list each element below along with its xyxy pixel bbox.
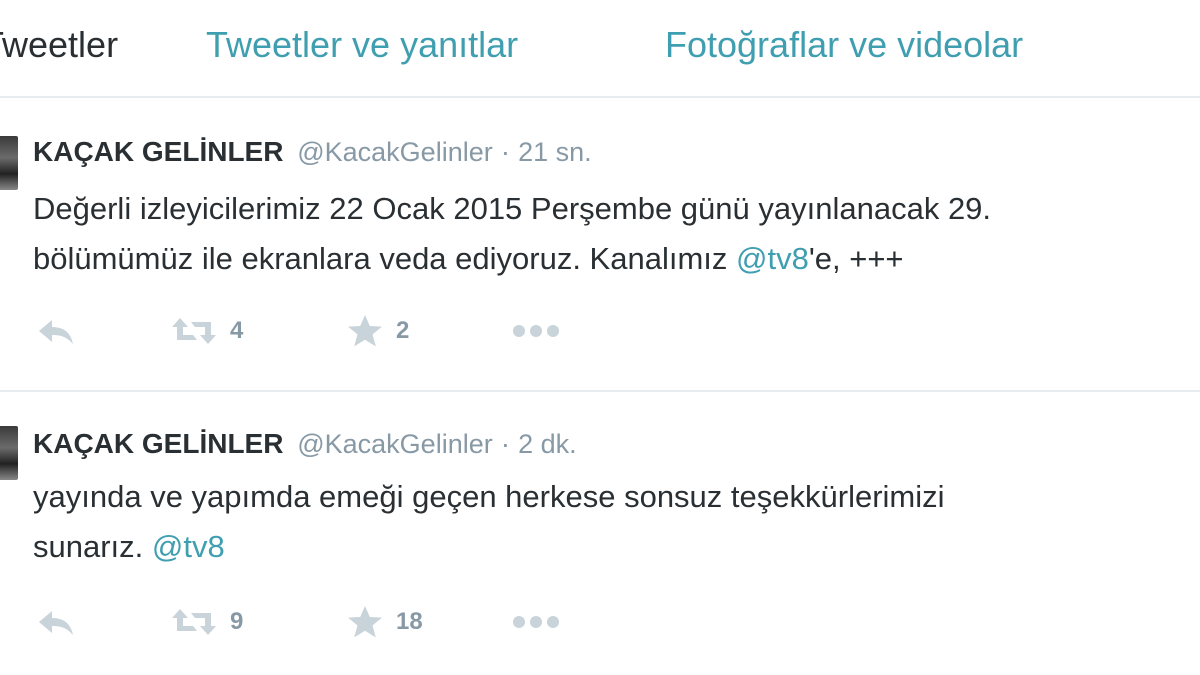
tweet-text-segment: sunarız. bbox=[33, 529, 152, 564]
tweet-text-segment: bölümümüz ile ekranlara veda ediyoruz. K… bbox=[33, 241, 737, 276]
mention-link[interactable]: @tv8 bbox=[736, 241, 809, 276]
author-handle[interactable]: @KacakGelinler bbox=[297, 137, 493, 167]
reply-icon bbox=[39, 611, 73, 635]
retweet-count: 9 bbox=[230, 608, 244, 635]
separator-dot: · bbox=[500, 136, 511, 167]
avatar[interactable] bbox=[0, 426, 18, 480]
tweet-text-segment: 'e, +++ bbox=[808, 241, 904, 276]
tweet-actions: 4 2 bbox=[0, 311, 1200, 351]
favorite-count: 2 bbox=[396, 317, 410, 344]
tweet[interactable]: KAÇAK GELİNLER @KacakGelinler · 21 sn. Değ… bbox=[0, 98, 1200, 392]
star-icon bbox=[348, 606, 382, 638]
retweet-icon bbox=[172, 318, 216, 344]
tab-tweets[interactable]: Tweetler bbox=[0, 22, 118, 68]
reply-button[interactable] bbox=[36, 311, 76, 351]
retweet-icon bbox=[172, 609, 216, 635]
author-name[interactable]: KAÇAK GELİNLER bbox=[33, 428, 283, 459]
tweet-text-line: yayında ve yapımda emeği geçen herkese s… bbox=[33, 479, 945, 514]
tweet-text-line: bölümümüz ile ekranlara veda ediyoruz. K… bbox=[33, 234, 991, 284]
profile-timeline: Tweetler Tweetler ve yanıtlar Fotoğrafla… bbox=[0, 0, 1200, 675]
tab-photos-and-videos[interactable]: Fotoğraflar ve videolar bbox=[665, 22, 1023, 68]
reply-button[interactable] bbox=[36, 602, 76, 642]
retweet-button[interactable]: 4 bbox=[170, 311, 243, 351]
favorite-count: 18 bbox=[396, 608, 423, 635]
tweet[interactable]: KAÇAK GELİNLER @KacakGelinler · 2 dk. yayı… bbox=[0, 392, 1200, 675]
retweet-button[interactable]: 9 bbox=[170, 602, 243, 642]
author-name[interactable]: KAÇAK GELİNLER bbox=[33, 136, 283, 167]
avatar[interactable] bbox=[0, 136, 18, 190]
tweet-timestamp[interactable]: 2 dk. bbox=[518, 429, 577, 459]
tweet-actions: 9 18 bbox=[0, 602, 1200, 642]
retweet-count: 4 bbox=[230, 317, 244, 344]
tweet-text-line: sunarız. @tv8 bbox=[33, 522, 945, 572]
star-icon bbox=[348, 315, 382, 347]
tweet-text-line: Değerli izleyicilerimiz 22 Ocak 2015 Per… bbox=[33, 191, 992, 226]
tweet-header: KAÇAK GELİNLER @KacakGelinler · 21 sn. bbox=[33, 134, 592, 170]
tweet-timestamp[interactable]: 21 sn. bbox=[518, 137, 592, 167]
favorite-button[interactable]: 2 bbox=[346, 311, 409, 351]
separator-dot: · bbox=[500, 428, 511, 459]
more-button[interactable] bbox=[512, 311, 560, 351]
mention-link[interactable]: @tv8 bbox=[152, 529, 225, 564]
favorite-button[interactable]: 18 bbox=[346, 602, 423, 642]
more-button[interactable] bbox=[512, 602, 560, 642]
tweet-text: yayında ve yapımda emeği geçen herkese s… bbox=[33, 472, 945, 572]
tweet-header: KAÇAK GELİNLER @KacakGelinler · 2 dk. bbox=[33, 426, 577, 462]
more-dots-icon bbox=[513, 325, 559, 337]
profile-tabs: Tweetler Tweetler ve yanıtlar Fotoğrafla… bbox=[0, 0, 1200, 98]
tab-tweets-and-replies[interactable]: Tweetler ve yanıtlar bbox=[206, 22, 518, 68]
reply-icon bbox=[39, 320, 73, 344]
more-dots-icon bbox=[513, 616, 559, 628]
tweet-text: Değerli izleyicilerimiz 22 Ocak 2015 Per… bbox=[33, 184, 991, 284]
author-handle[interactable]: @KacakGelinler bbox=[297, 429, 493, 459]
